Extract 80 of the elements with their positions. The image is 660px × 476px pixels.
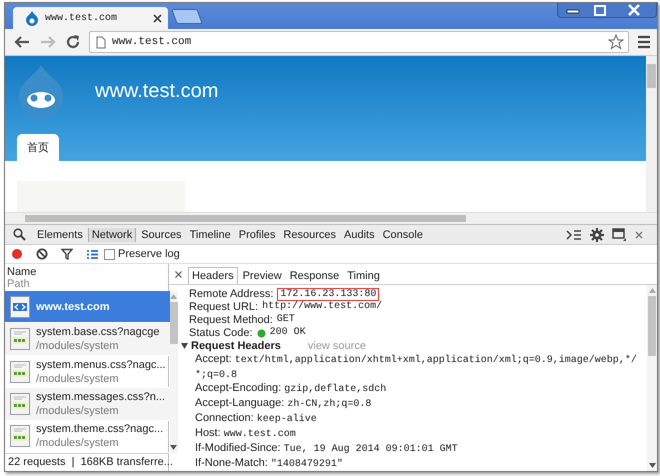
settings-icon[interactable] [590, 228, 604, 242]
request-row[interactable]: system.theme.css?nagc... /modules/system [5, 420, 170, 454]
section-title: Request Headers [191, 340, 281, 353]
reload-icon[interactable] [65, 34, 81, 50]
header-label: Remote Address: [189, 288, 274, 300]
request-path: /modules/system [36, 404, 120, 418]
scroll-down-icon[interactable] [648, 463, 656, 468]
header-value: 200 OK [270, 326, 306, 340]
page-icon [96, 36, 106, 48]
horizontal-scrollbar[interactable] [5, 212, 657, 224]
request-name: system.theme.css?nagc... [36, 422, 164, 436]
detail-tab[interactable]: Preview [240, 268, 285, 284]
devtools-tab[interactable]: Profiles [236, 228, 278, 242]
css-file-icon [10, 392, 30, 415]
drop-logo-icon [17, 64, 65, 118]
filter-icon[interactable] [61, 248, 73, 260]
devtools-tab[interactable]: Timeline [186, 228, 234, 242]
detail-tab[interactable]: Headers [188, 267, 238, 284]
request-row[interactable]: system.messages.css?n... /modules/system [5, 388, 170, 421]
browser-tab[interactable]: www.test.com [13, 7, 168, 29]
header-label: Status Code: [189, 326, 253, 340]
devtools-tab[interactable]: Sources [138, 228, 185, 242]
scrollbar[interactable] [647, 285, 657, 471]
address-bar[interactable]: www.test.com [89, 31, 629, 53]
close-icon[interactable] [635, 230, 643, 238]
request-name: system.base.css?nagcge [36, 325, 160, 340]
back-icon[interactable] [13, 34, 31, 50]
header-value: GET [276, 314, 295, 327]
dock-icon[interactable] [612, 228, 627, 241]
status-dot-icon [256, 328, 266, 338]
devtools-tab[interactable]: Audits [341, 228, 378, 242]
header-value: http://www.test.com/ [262, 301, 382, 314]
list-view-icon[interactable] [86, 248, 99, 260]
scroll-down-icon[interactable] [170, 445, 178, 450]
header-value: 172.16.23.133:80 [277, 288, 380, 301]
devtools-tab[interactable]: Elements [34, 228, 86, 242]
preserve-log-checkbox[interactable]: Preserve log [104, 248, 180, 260]
expanded-triangle-icon[interactable] [181, 343, 188, 350]
nav-tab[interactable]: 首页 [17, 134, 59, 161]
close-icon[interactable] [153, 14, 162, 22]
request-header-line: Connection: keep-alive [194, 412, 318, 428]
devtools-tab[interactable]: Resources [280, 228, 339, 242]
html-file-icon [10, 296, 30, 318]
request-header-line: If-None-Match: "1408479291" [194, 456, 344, 471]
css-file-icon [10, 360, 30, 383]
site-title: www.test.com [95, 80, 218, 102]
tab-title: www.test.com [45, 12, 118, 24]
drop-icon [25, 10, 39, 26]
scrollbar[interactable] [646, 56, 657, 212]
devtools-tab[interactable]: Network [88, 228, 136, 242]
new-tab-button[interactable] [171, 9, 203, 24]
css-file-icon [10, 328, 30, 350]
request-path: /modules/system [36, 436, 120, 450]
menu-icon[interactable] [637, 35, 651, 49]
request-header-line: Accept-Encoding: gzip,deflate,sdch [194, 382, 388, 398]
request-name: system.menus.css?nagc... [36, 358, 166, 372]
clear-icon[interactable] [36, 248, 48, 260]
detail-tab[interactable]: Response [286, 268, 342, 284]
request-path: /modules/system [36, 339, 120, 354]
request-header-line: If-Modified-Since: Tue, 19 Aug 2014 09:01:01 GMT [194, 442, 459, 457]
close-icon[interactable] [175, 270, 182, 278]
detail-tab[interactable]: Timing [344, 268, 383, 284]
header-label: Request Method: [189, 314, 273, 327]
css-file-icon [10, 425, 30, 448]
request-header-line: Host: www.test.com [194, 427, 297, 442]
request-name: www.test.com [36, 300, 110, 314]
search-icon[interactable] [13, 228, 26, 241]
scrollbar[interactable] [170, 291, 178, 453]
record-icon[interactable] [11, 248, 23, 260]
column-subheader: Path [7, 278, 31, 290]
request-row[interactable]: system.base.css?nagcge /modules/system [5, 323, 170, 356]
request-path: /modules/system [36, 372, 120, 386]
header-label: Request URL: [189, 301, 258, 314]
devtools-tab[interactable]: Console [380, 228, 426, 242]
request-row[interactable]: www.test.com [5, 291, 170, 324]
console-drawer-icon[interactable] [566, 228, 582, 240]
column-header[interactable]: Name [7, 266, 166, 278]
star-icon[interactable] [608, 34, 624, 50]
request-name: system.messages.css?n... [36, 390, 165, 404]
request-header-line: Accept-Language: zh-CN,zh;q=0.8 [194, 397, 372, 412]
